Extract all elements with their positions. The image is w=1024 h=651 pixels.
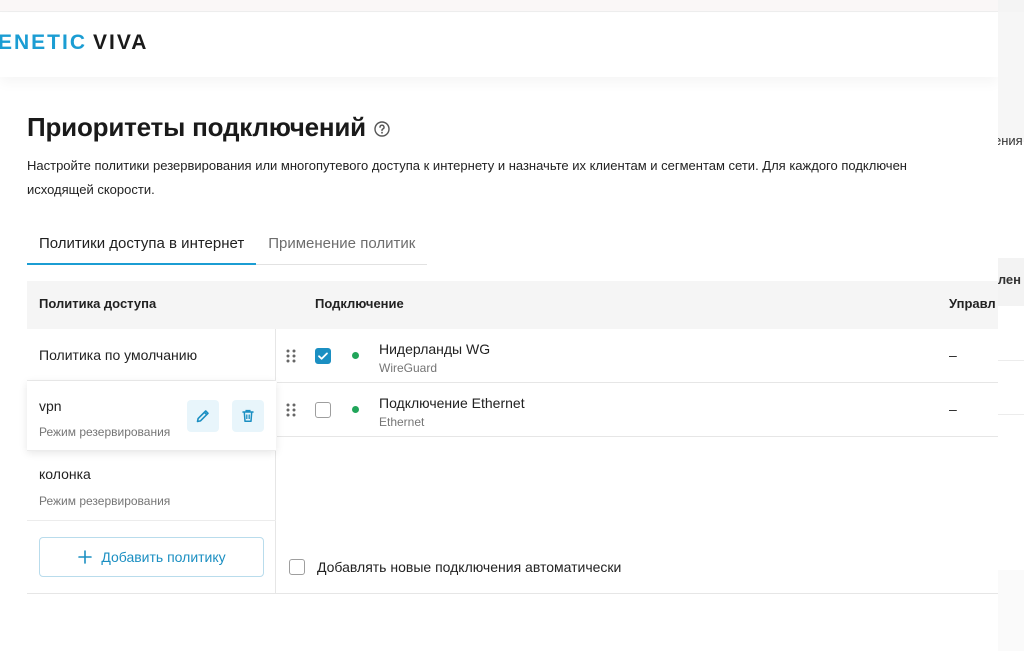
- table-bottom-divider: [27, 593, 998, 594]
- plus-icon: [78, 550, 93, 564]
- column-header-policy: Политика доступа: [39, 296, 157, 311]
- connection-name: Нидерланды WG: [379, 341, 491, 357]
- delete-policy-button[interactable]: [232, 400, 264, 432]
- auto-add-label: Добавлять новые подключения автоматическ…: [317, 559, 622, 575]
- tab-bar: Политики доступа в интернет Применение п…: [27, 227, 428, 265]
- policy-name: колонка: [39, 466, 91, 482]
- title-row: Приоритеты подключений: [27, 112, 390, 143]
- policy-list: Политика по умолчанию vpn Режим резервир…: [27, 329, 276, 593]
- policy-name: Политика по умолчанию: [39, 347, 198, 363]
- page-title: Приоритеты подключений: [27, 112, 366, 142]
- auto-add-option[interactable]: Добавлять новые подключения автоматическ…: [289, 559, 621, 575]
- peek-band: [998, 12, 1024, 142]
- checkmark-icon: [318, 352, 328, 360]
- tab-internet-policies[interactable]: Политики доступа в интернет: [27, 227, 257, 265]
- peek-text: ения: [998, 133, 1023, 148]
- add-policy-button[interactable]: Добавить политику: [39, 537, 264, 577]
- connection-name: Подключение Ethernet: [379, 395, 525, 411]
- policy-name: vpn: [39, 398, 62, 414]
- description-line: исходящей скорости.: [27, 182, 155, 197]
- status-dot: [352, 406, 359, 413]
- peek-divider: [998, 414, 1024, 415]
- drag-handle-icon[interactable]: [285, 402, 297, 418]
- policy-item-kolonka[interactable]: колонка Режим резервирования: [27, 451, 276, 521]
- connection-type: Ethernet: [379, 415, 425, 429]
- policy-mode: Режим резервирования: [39, 494, 171, 508]
- peek-band: [998, 570, 1024, 651]
- side-panel-peek: ения влен: [998, 0, 1024, 651]
- auto-add-checkbox[interactable]: [289, 559, 305, 575]
- connection-row[interactable]: Нидерланды WG WireGuard –: [277, 329, 998, 383]
- policy-mode: Режим резервирования: [39, 425, 171, 439]
- app-window: ENETICVIVA ения влен Приоритеты подключе…: [0, 0, 1024, 651]
- peek-band: [998, 0, 1024, 12]
- trash-icon: [242, 409, 254, 423]
- add-policy-label: Добавить политику: [101, 549, 226, 565]
- drag-handle-icon[interactable]: [285, 348, 297, 364]
- column-header-management: Управл: [949, 296, 996, 311]
- connection-list: Нидерланды WG WireGuard – Подключение Et…: [277, 329, 998, 593]
- connection-management: –: [949, 401, 957, 417]
- connection-type: WireGuard: [379, 361, 438, 375]
- table-header: Политика доступа Подключение Управл: [27, 281, 998, 329]
- page-description: Настройте политики резервирования или мн…: [27, 154, 1002, 202]
- edit-policy-button[interactable]: [187, 400, 219, 432]
- connection-checkbox[interactable]: [315, 348, 331, 364]
- tab-apply-policies[interactable]: Применение политик: [256, 227, 427, 265]
- policy-item-default[interactable]: Политика по умолчанию: [27, 329, 276, 381]
- connection-management: –: [949, 347, 957, 363]
- column-header-connection: Подключение: [315, 296, 404, 311]
- description-line: Настройте политики резервирования или мн…: [27, 158, 907, 173]
- logo[interactable]: ENETIC VIVA: [0, 31, 148, 55]
- peek-divider: [998, 360, 1024, 361]
- connection-checkbox[interactable]: [315, 402, 331, 418]
- header-bar: ENETIC VIVA: [0, 13, 998, 77]
- logo-product: VIVA: [93, 31, 149, 54]
- pencil-icon: [196, 410, 209, 423]
- top-strip: [0, 0, 998, 12]
- policy-item-vpn[interactable]: vpn Режим резервирования: [27, 381, 276, 451]
- help-icon[interactable]: [374, 121, 390, 137]
- logo-brand: ENETIC: [0, 31, 88, 54]
- peek-text: влен: [998, 272, 1021, 287]
- connection-row[interactable]: Подключение Ethernet Ethernet –: [277, 383, 998, 437]
- status-dot: [352, 352, 359, 359]
